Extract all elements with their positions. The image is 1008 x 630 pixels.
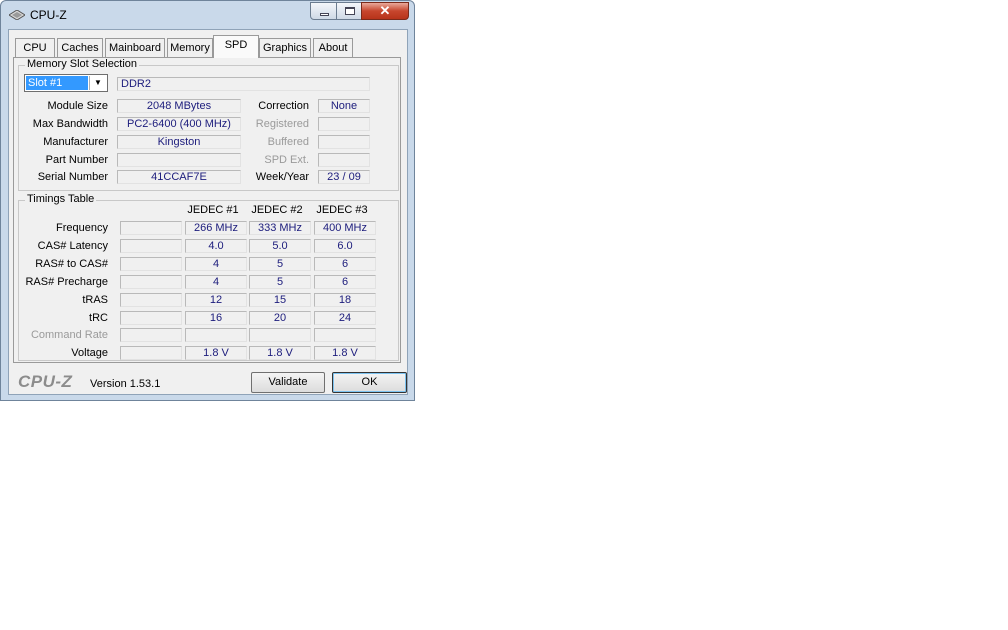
timing-value-tras-jedec-1: 12 [185,293,247,307]
week-year-field: 23 / 09 [318,170,370,184]
memory-type-field: DDR2 [117,77,370,91]
max-bandwidth-label: Max Bandwidth [32,118,108,130]
column-header-jedec-1: JEDEC #1 [187,204,239,216]
spd-ext-label: SPD Ext. [264,154,309,166]
timing-value-frequency-jedec-1: 266 MHz [185,221,247,235]
part-number-label: Part Number [45,154,108,166]
serial-number-label: Serial Number [37,171,108,183]
tab-mainboard[interactable]: Mainboard [105,38,165,57]
registered-label: Registered [255,118,309,130]
part-number-field [117,153,241,167]
timing-value-ras-to-cas-jedec-3: 6 [314,257,376,271]
serial-number-field: 41CCAF7E [117,170,241,184]
timing-label-voltage: Voltage [71,347,108,359]
timing-value-tras-jedec-2: 15 [249,293,311,307]
maximize-button[interactable] [336,2,362,20]
timing-value-trc-jedec-1: 16 [185,311,247,325]
timing-label-cas-latency: CAS# Latency [37,240,108,252]
timing-xmp-field-cas-latency [120,239,182,253]
module-size-label: Module Size [47,100,108,112]
minimize-button[interactable] [310,2,337,20]
correction-field: None [318,99,370,113]
manufacturer-field: Kingston [117,135,241,149]
slot-select[interactable]: Slot #1 ▼ [24,74,108,92]
validate-button[interactable]: Validate [251,372,325,393]
timing-xmp-field-command-rate [120,328,182,342]
column-header-jedec-3: JEDEC #3 [316,204,368,216]
timing-xmp-field-ras-to-cas [120,257,182,271]
column-header-jedec-2: JEDEC #2 [251,204,303,216]
module-size-field: 2048 MBytes [117,99,241,113]
timing-xmp-field-frequency [120,221,182,235]
timing-label-ras-precharge: RAS# Precharge [25,276,108,288]
timing-value-frequency-jedec-3: 400 MHz [314,221,376,235]
close-button[interactable]: ✕ [361,2,409,20]
timing-xmp-field-trc [120,311,182,325]
timing-value-command-rate-jedec-1 [185,328,247,342]
timing-value-ras-precharge-jedec-1: 4 [185,275,247,289]
timing-value-voltage-jedec-1: 1.8 V [185,346,247,360]
timing-value-ras-precharge-jedec-3: 6 [314,275,376,289]
timing-xmp-field-tras [120,293,182,307]
cpuz-app-icon [9,10,25,20]
timing-value-voltage-jedec-3: 1.8 V [314,346,376,360]
title-bar[interactable]: CPU-Z ✕ [1,1,414,29]
tab-caches[interactable]: Caches [57,38,103,57]
timing-value-cas-latency-jedec-1: 4.0 [185,239,247,253]
minimize-icon [311,3,336,19]
maximize-icon [337,3,361,19]
timing-value-tras-jedec-3: 18 [314,293,376,307]
slot-select-value: Slot #1 [26,76,88,90]
memory-slot-group-title: Memory Slot Selection [25,58,140,70]
tab-memory[interactable]: Memory [167,38,213,57]
timing-value-cas-latency-jedec-2: 5.0 [249,239,311,253]
chevron-down-icon[interactable]: ▼ [89,76,106,90]
timing-value-ras-to-cas-jedec-2: 5 [249,257,311,271]
cpuz-logo: CPU-Z [18,372,73,391]
timing-value-trc-jedec-3: 24 [314,311,376,325]
timing-value-trc-jedec-2: 20 [249,311,311,325]
client-area: CPU Caches Mainboard Memory SPD Graphics… [8,29,408,395]
timing-value-command-rate-jedec-2 [249,328,311,342]
timing-label-ras-to-cas: RAS# to CAS# [35,258,108,270]
timing-value-cas-latency-jedec-3: 6.0 [314,239,376,253]
timings-group-title: Timings Table [25,193,97,205]
tab-spd[interactable]: SPD [213,35,259,58]
manufacturer-label: Manufacturer [43,136,108,148]
buffered-label: Buffered [267,136,309,148]
spd-ext-field [318,153,370,167]
tab-cpu[interactable]: CPU [15,38,55,57]
memory-slot-group: Memory Slot Selection Slot #1 ▼ DDR2 Mod… [18,58,399,191]
correction-label: Correction [258,100,309,112]
version-text: Version 1.53.1 [90,378,161,390]
ok-button[interactable]: OK [332,372,407,393]
timing-value-frequency-jedec-2: 333 MHz [249,221,311,235]
timing-label-tras: tRAS [82,294,108,306]
timing-value-voltage-jedec-2: 1.8 V [249,346,311,360]
tab-graphics[interactable]: Graphics [259,38,311,57]
timings-group: Timings Table JEDEC #1 JEDEC #2 JEDEC #3… [18,193,399,361]
week-year-label: Week/Year [255,171,309,183]
close-icon: ✕ [379,3,391,18]
buffered-field [318,135,370,149]
timing-value-ras-to-cas-jedec-1: 4 [185,257,247,271]
timing-xmp-field-voltage [120,346,182,360]
cpuz-window: CPU-Z ✕ CPU Caches Mainboard Memory SPD … [0,0,415,401]
timing-label-command-rate: Command Rate [30,329,108,341]
timing-xmp-field-ras-precharge [120,275,182,289]
tab-about[interactable]: About [313,38,353,57]
timing-label-frequency: Frequency [56,222,108,234]
timing-label-trc: tRC [89,312,108,324]
timing-value-command-rate-jedec-3 [314,328,376,342]
timing-value-ras-precharge-jedec-2: 5 [249,275,311,289]
registered-field [318,117,370,131]
max-bandwidth-field: PC2-6400 (400 MHz) [117,117,241,131]
spd-panel: Memory Slot Selection Slot #1 ▼ DDR2 Mod… [13,57,401,363]
window-title: CPU-Z [30,8,67,22]
